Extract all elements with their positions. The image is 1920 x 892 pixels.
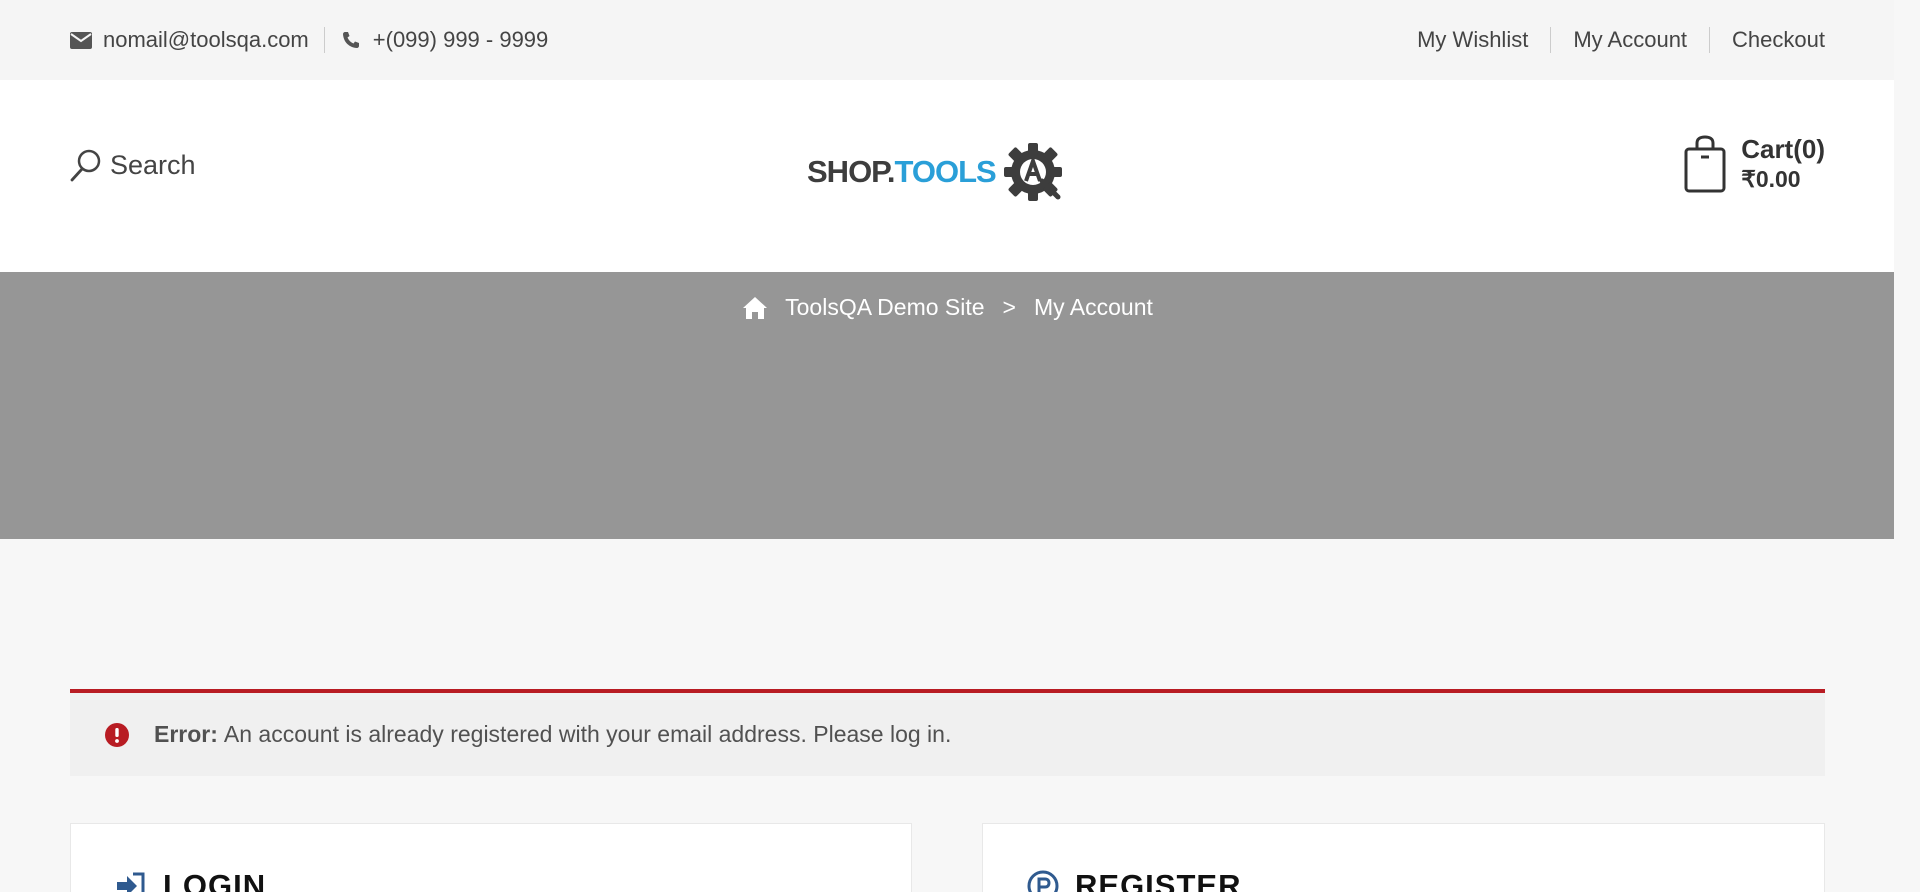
breadcrumb-separator: >: [1002, 294, 1016, 320]
email-link[interactable]: nomail@toolsqa.com: [103, 27, 309, 53]
checkout-link[interactable]: Checkout: [1732, 27, 1825, 53]
top-bar: nomail@toolsqa.com +(099) 999 - 9999 My …: [0, 0, 1894, 80]
logo-text-shop: SHOP.: [807, 154, 895, 189]
contact-info: nomail@toolsqa.com +(099) 999 - 9999: [70, 27, 548, 53]
error-label: Error:: [154, 721, 218, 747]
phone-icon: [340, 29, 362, 51]
page-banner: ToolsQA Demo Site > My Account: [0, 272, 1894, 539]
top-links: My Wishlist My Account Checkout: [1417, 27, 1825, 53]
divider: [323, 27, 325, 53]
site-logo[interactable]: SHOP. TOOLS: [807, 137, 1091, 207]
breadcrumb-current: My Account: [1033, 294, 1153, 320]
envelope-icon: [70, 29, 92, 51]
breadcrumb-home-link[interactable]: ToolsQA Demo Site: [785, 294, 984, 321]
login-heading: LOGIN: [115, 868, 266, 892]
site-header: Search SHOP. TOOLS Cart(0) ₹0.00: [0, 80, 1894, 272]
register-icon: [1027, 870, 1059, 892]
cart-count: Cart(0): [1741, 134, 1825, 164]
error-message: An account is already registered with yo…: [223, 721, 952, 747]
breadcrumb: ToolsQA Demo Site > My Account: [0, 294, 1894, 321]
shopping-bag-icon: [1684, 135, 1726, 193]
cart-button[interactable]: Cart(0) ₹0.00: [1683, 134, 1825, 194]
register-heading: REGISTER: [1027, 868, 1241, 892]
error-icon: [105, 722, 129, 747]
home-icon[interactable]: [741, 295, 769, 321]
my-wishlist-link[interactable]: My Wishlist: [1417, 27, 1528, 53]
register-panel: REGISTER: [982, 823, 1825, 892]
search-button[interactable]: Search: [70, 148, 196, 182]
sign-in-icon: [117, 872, 145, 892]
register-title: REGISTER: [1075, 868, 1242, 892]
login-panel: LOGIN: [70, 823, 912, 892]
gear-icon: [1003, 143, 1062, 201]
cart-summary: Cart(0) ₹0.00: [1741, 134, 1825, 194]
cart-total: ₹0.00: [1741, 166, 1801, 192]
search-label: Search: [110, 149, 196, 180]
my-account-link[interactable]: My Account: [1573, 27, 1687, 53]
search-icon: [70, 149, 101, 182]
divider: [1709, 27, 1711, 53]
divider: [1550, 27, 1552, 53]
error-notice: Error: An account is already registered …: [70, 689, 1825, 776]
logo-text-tools: TOOLS: [894, 154, 996, 189]
login-title: LOGIN: [163, 868, 267, 892]
phone-link[interactable]: +(099) 999 - 9999: [373, 27, 549, 53]
